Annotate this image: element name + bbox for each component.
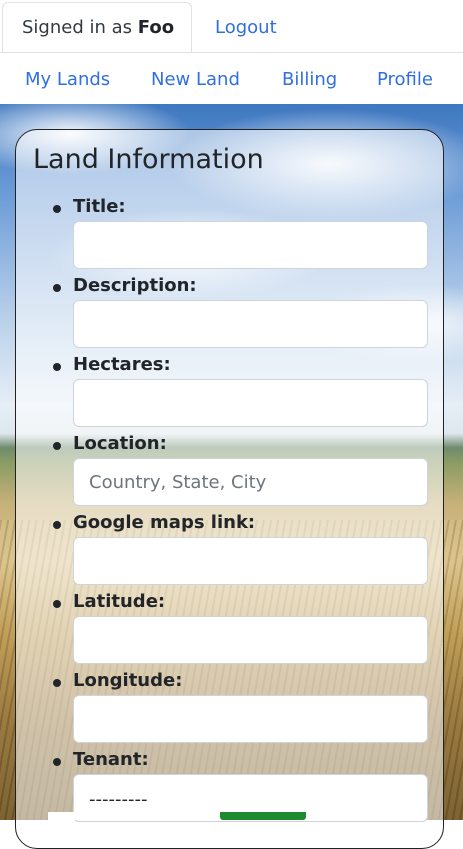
bullet-icon <box>53 284 61 292</box>
longitude-input[interactable] <box>73 695 428 743</box>
nav-my-lands[interactable]: My Lands <box>25 53 110 107</box>
title-input[interactable] <box>73 221 428 269</box>
location-input[interactable] <box>73 458 428 506</box>
username: Foo <box>137 17 175 38</box>
land-form-panel: Land Information Title: Description: Hec… <box>15 129 444 849</box>
bullet-icon <box>53 679 61 687</box>
bullet-icon <box>53 205 61 213</box>
main-nav: My Lands New Land Billing Profile <box>0 52 463 104</box>
bullet-icon <box>53 521 61 529</box>
hectares-input[interactable] <box>73 379 428 427</box>
google-maps-link-input[interactable] <box>73 537 428 585</box>
form-title: Land Information <box>33 144 264 175</box>
top-navbar: Signed in as Foo Logout <box>0 0 463 52</box>
nav-profile[interactable]: Profile <box>377 53 433 107</box>
description-input[interactable] <box>73 300 428 348</box>
bullet-icon <box>53 758 61 766</box>
hectares-label: Hectares: <box>73 354 171 375</box>
submit-button[interactable] <box>220 812 306 820</box>
title-label: Title: <box>73 196 126 217</box>
logout-link[interactable]: Logout <box>215 0 277 52</box>
description-label: Description: <box>73 275 197 296</box>
google-maps-link-label: Google maps link: <box>73 512 256 533</box>
latitude-label: Latitude: <box>73 591 166 612</box>
longitude-label: Longitude: <box>73 670 183 691</box>
tenant-label: Tenant: <box>73 749 149 770</box>
latitude-input[interactable] <box>73 616 428 664</box>
bullet-icon <box>53 363 61 371</box>
nav-billing[interactable]: Billing <box>282 53 337 107</box>
nav-new-land[interactable]: New Land <box>151 53 240 107</box>
bullet-icon <box>53 442 61 450</box>
signed-in-prefix: Signed in as <box>22 17 133 38</box>
bullet-icon <box>53 600 61 608</box>
location-label: Location: <box>73 433 167 454</box>
signed-in-tab: Signed in as Foo <box>2 2 192 52</box>
